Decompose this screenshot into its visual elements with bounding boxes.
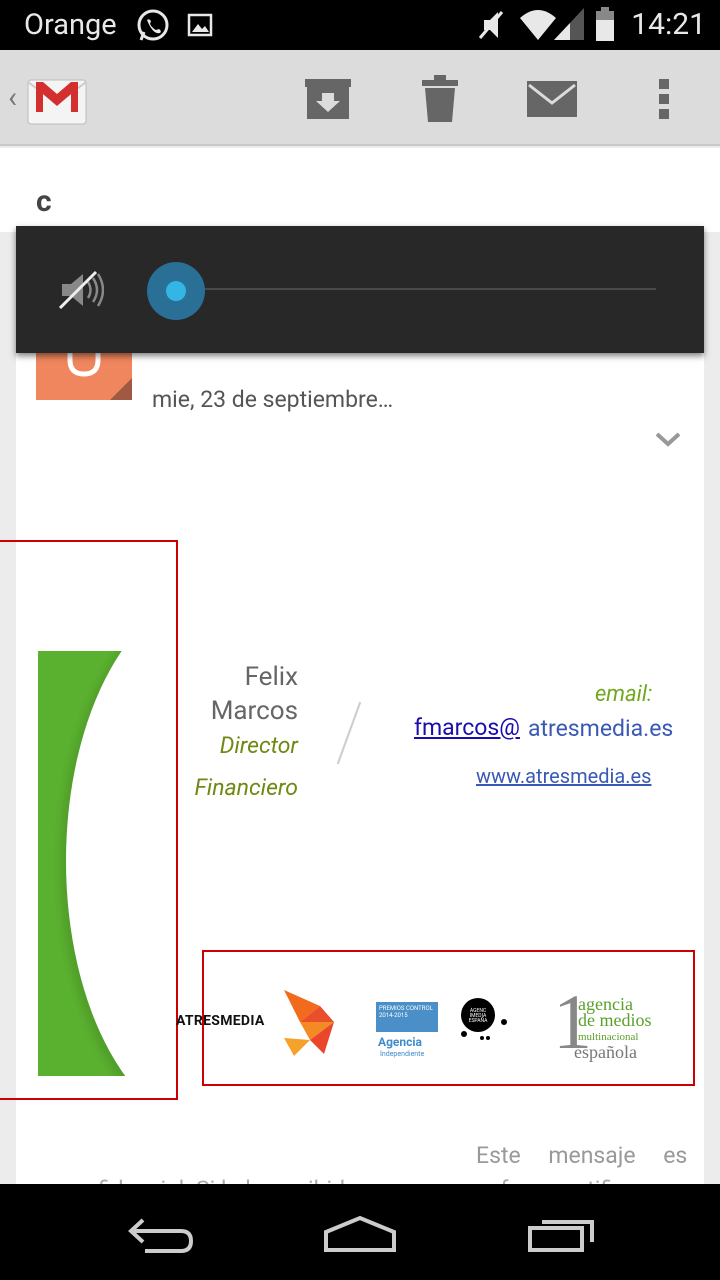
agenc-logo-dots-icon <box>460 1016 510 1044</box>
clock: 14:21 <box>631 7 706 42</box>
agencia-medios-line2: de medios <box>578 1010 652 1030</box>
volume-slider-track[interactable] <box>192 288 656 290</box>
delete-button[interactable] <box>412 74 468 124</box>
overflow-menu-icon[interactable] <box>636 74 692 124</box>
signature-email-domain[interactable]: atresmedia.es <box>528 715 673 742</box>
recent-apps-button[interactable] <box>512 1204 612 1264</box>
status-bar: Orange 14:21 <box>0 0 720 50</box>
carrier-label: Orange <box>24 8 117 42</box>
image-icon <box>187 12 213 42</box>
agencia-medios-title: agencia de medios <box>578 995 652 1030</box>
navigation-bar <box>0 1184 720 1280</box>
whatsapp-icon <box>135 8 171 48</box>
home-button[interactable] <box>310 1204 410 1264</box>
battery-icon <box>594 6 616 46</box>
action-bar: ‹ <box>0 50 720 146</box>
signature-green-graphic <box>38 651 176 1076</box>
expand-chevron-icon[interactable] <box>654 430 682 454</box>
signature-title-line1: Director <box>219 732 298 759</box>
email-subject: c <box>36 184 52 219</box>
disclaimer-text: Este mensaje es <box>476 1142 688 1169</box>
mute-icon <box>476 8 506 46</box>
signature-title-line2: Financiero <box>194 774 298 801</box>
volume-slider-thumb-center[interactable] <box>166 281 186 301</box>
back-button[interactable] <box>110 1204 210 1264</box>
back-chevron-icon[interactable]: ‹ <box>8 80 17 115</box>
signature-last-name: Marcos <box>210 696 298 726</box>
agencia-medios-espanola: española <box>574 1042 637 1062</box>
message-date: mie, 23 de septiembre… <box>152 386 394 413</box>
signature-email-label: email: <box>595 682 653 707</box>
agencia-independiente-subtitle: Independiente <box>380 1050 425 1058</box>
archive-button[interactable] <box>300 74 356 124</box>
mark-unread-button[interactable] <box>524 74 580 124</box>
atresmedia-logo-text: ATRESMEDIA <box>176 1013 265 1029</box>
subject-header: c <box>0 148 720 232</box>
signature-email-link[interactable]: fmarcos@ <box>414 714 520 741</box>
volume-panel <box>16 226 704 353</box>
agencia-independiente-title: Agencia <box>378 1035 422 1049</box>
speaker-muted-icon[interactable] <box>58 268 105 316</box>
atresmedia-logo-icon <box>280 988 336 1062</box>
signal-icon <box>552 6 586 46</box>
gmail-logo-icon[interactable] <box>26 68 88 132</box>
signature-website-link[interactable]: www.atresmedia.es <box>476 764 651 788</box>
premios-control-badge: PREMIOS CONTROL 2014-2015 <box>376 1002 438 1032</box>
signature-first-name: Felix <box>244 662 298 692</box>
